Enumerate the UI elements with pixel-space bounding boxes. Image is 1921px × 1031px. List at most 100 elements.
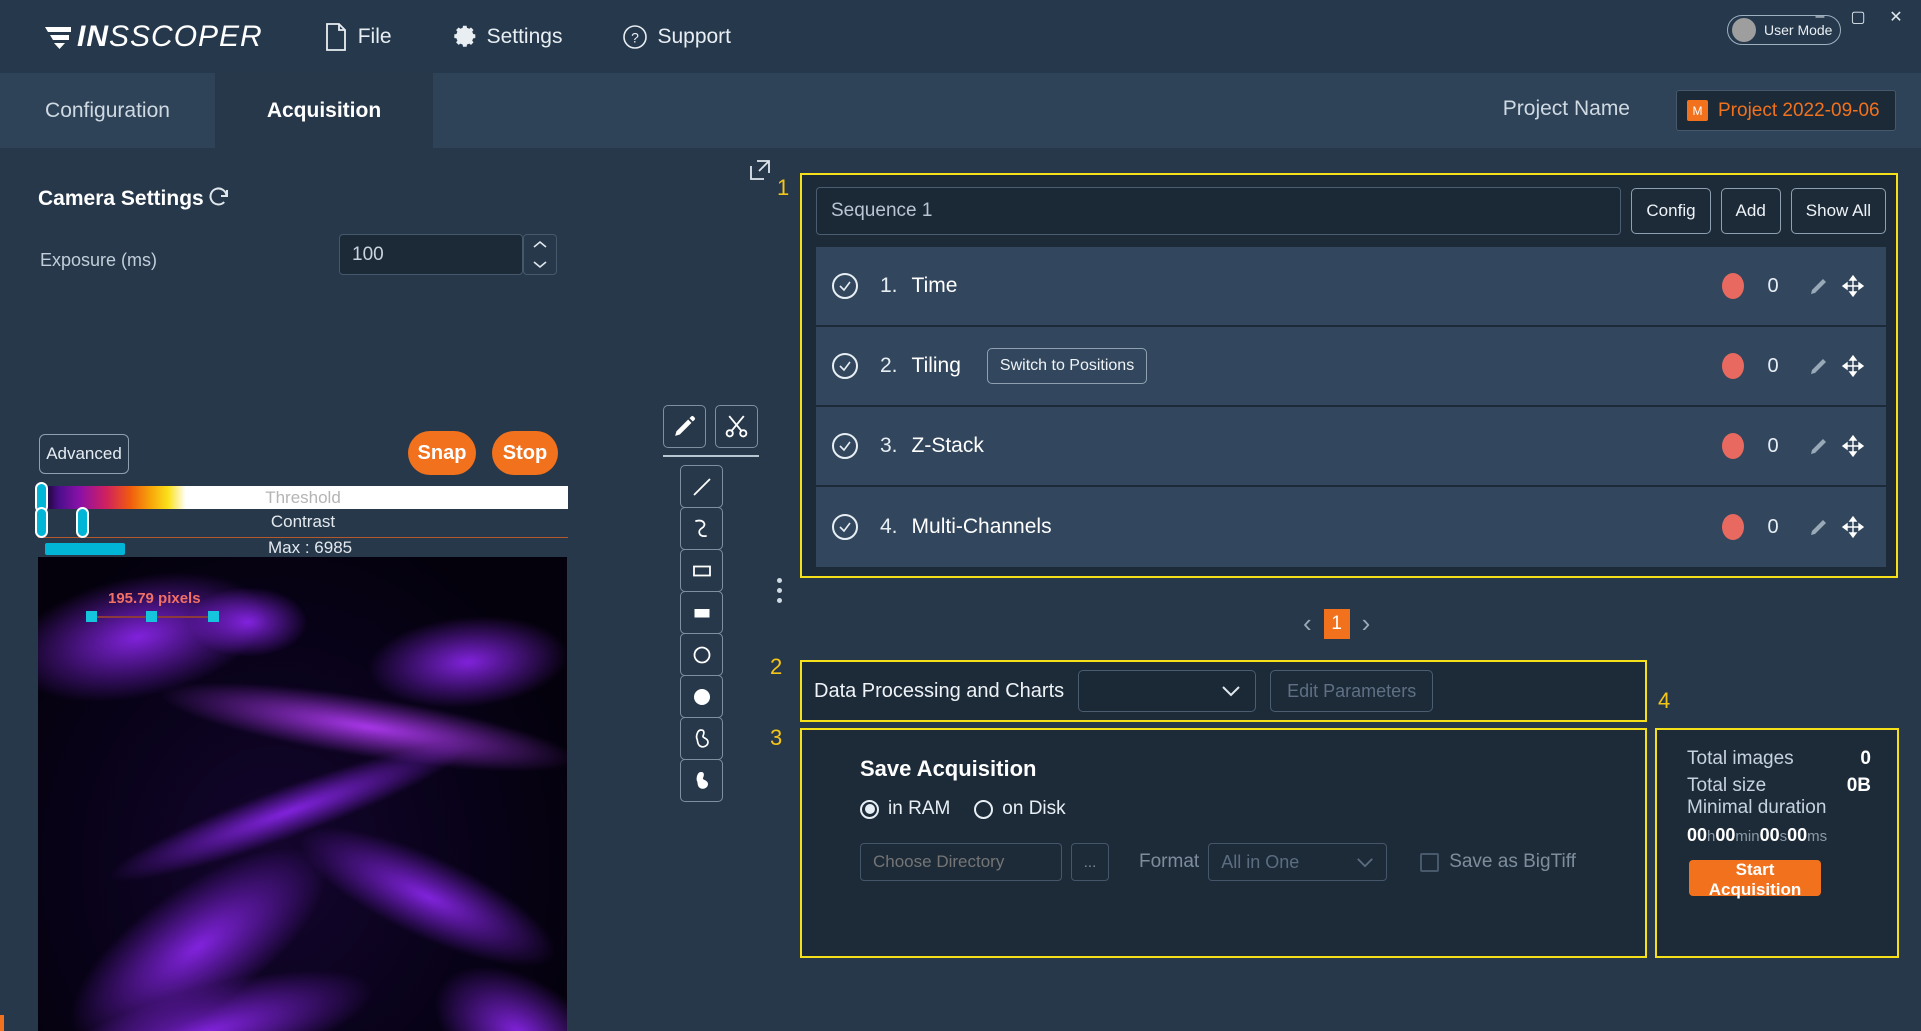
refresh-icon[interactable] bbox=[207, 185, 231, 209]
line-tool-button[interactable] bbox=[680, 465, 723, 508]
marker-2: 2 bbox=[770, 654, 782, 680]
sequence-show-all-button[interactable]: Show All bbox=[1791, 188, 1886, 234]
directory-input[interactable] bbox=[860, 843, 1062, 881]
advanced-button[interactable]: Advanced bbox=[39, 434, 129, 474]
contrast-handle-low[interactable] bbox=[35, 507, 48, 538]
format-select[interactable]: All in One bbox=[1208, 843, 1387, 881]
browse-directory-button[interactable]: ... bbox=[1071, 843, 1109, 881]
pager-next-button[interactable]: › bbox=[1362, 608, 1371, 639]
stop-button[interactable]: Stop bbox=[492, 431, 558, 475]
edit-step-icon[interactable] bbox=[1802, 510, 1836, 544]
status-badge bbox=[1722, 353, 1744, 379]
project-name-label: Project Name bbox=[1503, 97, 1630, 121]
table-row[interactable]: 4. Multi-Channels 0 bbox=[816, 487, 1886, 567]
marker-3: 3 bbox=[770, 725, 782, 751]
logo-text-rest: SCOPER bbox=[130, 20, 263, 54]
edit-parameters-button[interactable]: Edit Parameters bbox=[1270, 670, 1433, 712]
rectangle-outline-tool-button[interactable] bbox=[680, 549, 723, 592]
stepper-up[interactable] bbox=[524, 235, 556, 255]
exposure-input[interactable] bbox=[339, 234, 523, 275]
project-badge-icon: M bbox=[1687, 100, 1708, 121]
check-icon bbox=[838, 520, 852, 534]
rectangle-filled-tool-button[interactable] bbox=[680, 591, 723, 634]
pager-page-1[interactable]: 1 bbox=[1324, 609, 1350, 639]
threshold-label: Threshold bbox=[265, 488, 341, 508]
sequence-config-button[interactable]: Config bbox=[1631, 188, 1710, 234]
step-index: 1. bbox=[880, 274, 898, 298]
tab-configuration[interactable]: Configuration bbox=[0, 73, 215, 148]
switch-to-positions-button[interactable]: Switch to Positions bbox=[987, 348, 1147, 384]
stepper-down[interactable] bbox=[524, 255, 556, 275]
move-arrows-icon bbox=[1841, 434, 1865, 458]
tab-bar: Configuration Acquisition Project Name M… bbox=[0, 73, 1921, 148]
file-icon bbox=[323, 23, 349, 51]
threshold-slider[interactable]: Threshold bbox=[38, 486, 568, 509]
move-step-icon[interactable] bbox=[1836, 349, 1870, 383]
radio-on-disk-label: on Disk bbox=[1002, 798, 1065, 820]
minimize-button[interactable]: – bbox=[1809, 6, 1831, 28]
table-row[interactable]: 1. Time 0 bbox=[816, 247, 1886, 327]
acquisition-summary-panel: Total images 0 Total size 0B Minimal dur… bbox=[1655, 728, 1899, 958]
circle-filled-tool-button[interactable] bbox=[680, 675, 723, 718]
edit-step-icon[interactable] bbox=[1802, 349, 1836, 383]
exposure-stepper[interactable] bbox=[523, 234, 557, 275]
circle-outline-tool-button[interactable] bbox=[680, 633, 723, 676]
tab-acquisition[interactable]: Acquisition bbox=[215, 73, 433, 148]
step-enabled-checkbox[interactable] bbox=[832, 514, 858, 540]
move-step-icon[interactable] bbox=[1836, 429, 1870, 463]
data-processing-select[interactable] bbox=[1078, 670, 1256, 712]
minimal-duration-value: 00h00min00s00ms bbox=[1687, 825, 1827, 846]
total-images-label: Total images bbox=[1687, 748, 1794, 770]
radio-on-disk[interactable]: on Disk bbox=[974, 798, 1065, 820]
chevron-up-icon bbox=[533, 240, 547, 249]
radio-in-ram[interactable]: in RAM bbox=[860, 798, 950, 820]
panel-resize-grip[interactable] bbox=[777, 578, 782, 603]
menu-support[interactable]: ? Support bbox=[622, 23, 731, 51]
step-enabled-checkbox[interactable] bbox=[832, 353, 858, 379]
snap-button[interactable]: Snap bbox=[408, 431, 476, 475]
pencil-tool-button[interactable] bbox=[663, 405, 706, 448]
status-badge bbox=[1722, 273, 1744, 299]
pager-prev-button[interactable]: ‹ bbox=[1303, 608, 1312, 639]
close-button[interactable]: ✕ bbox=[1885, 6, 1907, 28]
scissors-tool-button[interactable] bbox=[715, 405, 758, 448]
bottom-accent-bar bbox=[0, 1015, 4, 1031]
save-target-radio-group: in RAM on Disk bbox=[860, 798, 1066, 820]
step-count: 0 bbox=[1744, 355, 1802, 378]
freehand-tool-button[interactable] bbox=[680, 507, 723, 550]
blob-outline-tool-button[interactable] bbox=[680, 717, 723, 760]
table-row[interactable]: 3. Z-Stack 0 bbox=[816, 407, 1886, 487]
project-selector[interactable]: M Project 2022-09-06 bbox=[1676, 90, 1896, 131]
title-bar: INSSCOPER File Settings ? Support User M… bbox=[0, 0, 1921, 73]
pencil-icon bbox=[1807, 515, 1831, 539]
contrast-slider[interactable]: Contrast bbox=[38, 509, 568, 534]
blob-filled-tool-button[interactable] bbox=[680, 759, 723, 802]
camera-settings-title: Camera Settings bbox=[38, 187, 204, 211]
measurement-handle-mid[interactable] bbox=[146, 611, 157, 622]
move-step-icon[interactable] bbox=[1836, 269, 1870, 303]
move-step-icon[interactable] bbox=[1836, 510, 1870, 544]
camera-preview-image[interactable]: 195.79 pixels bbox=[38, 557, 567, 1031]
sequence-header: Config Add Show All bbox=[816, 187, 1886, 235]
start-acquisition-button[interactable]: Start Acquisition bbox=[1689, 860, 1821, 896]
edit-step-icon[interactable] bbox=[1802, 269, 1836, 303]
minimal-duration-label: Minimal duration bbox=[1687, 797, 1826, 819]
step-enabled-checkbox[interactable] bbox=[832, 273, 858, 299]
status-badge bbox=[1722, 433, 1744, 459]
expand-icon[interactable] bbox=[748, 158, 772, 182]
menu-settings[interactable]: Settings bbox=[452, 23, 563, 51]
step-enabled-checkbox[interactable] bbox=[832, 433, 858, 459]
sequence-name-input[interactable] bbox=[816, 187, 1621, 235]
measurement-handle-start[interactable] bbox=[86, 611, 97, 622]
contrast-handle-high[interactable] bbox=[76, 507, 89, 538]
maximize-button[interactable]: ▢ bbox=[1847, 6, 1869, 28]
duration-minutes: 00 bbox=[1715, 825, 1735, 845]
measurement-handle-end[interactable] bbox=[208, 611, 219, 622]
save-as-bigtiff-checkbox[interactable]: Save as BigTiff bbox=[1420, 851, 1576, 873]
table-row[interactable]: 2. Tiling Switch to Positions 0 bbox=[816, 327, 1886, 407]
sequence-add-button[interactable]: Add bbox=[1721, 188, 1781, 234]
duration-seconds: 00 bbox=[1760, 825, 1780, 845]
edit-step-icon[interactable] bbox=[1802, 429, 1836, 463]
pencil-icon bbox=[672, 414, 697, 439]
menu-file[interactable]: File bbox=[323, 23, 392, 51]
